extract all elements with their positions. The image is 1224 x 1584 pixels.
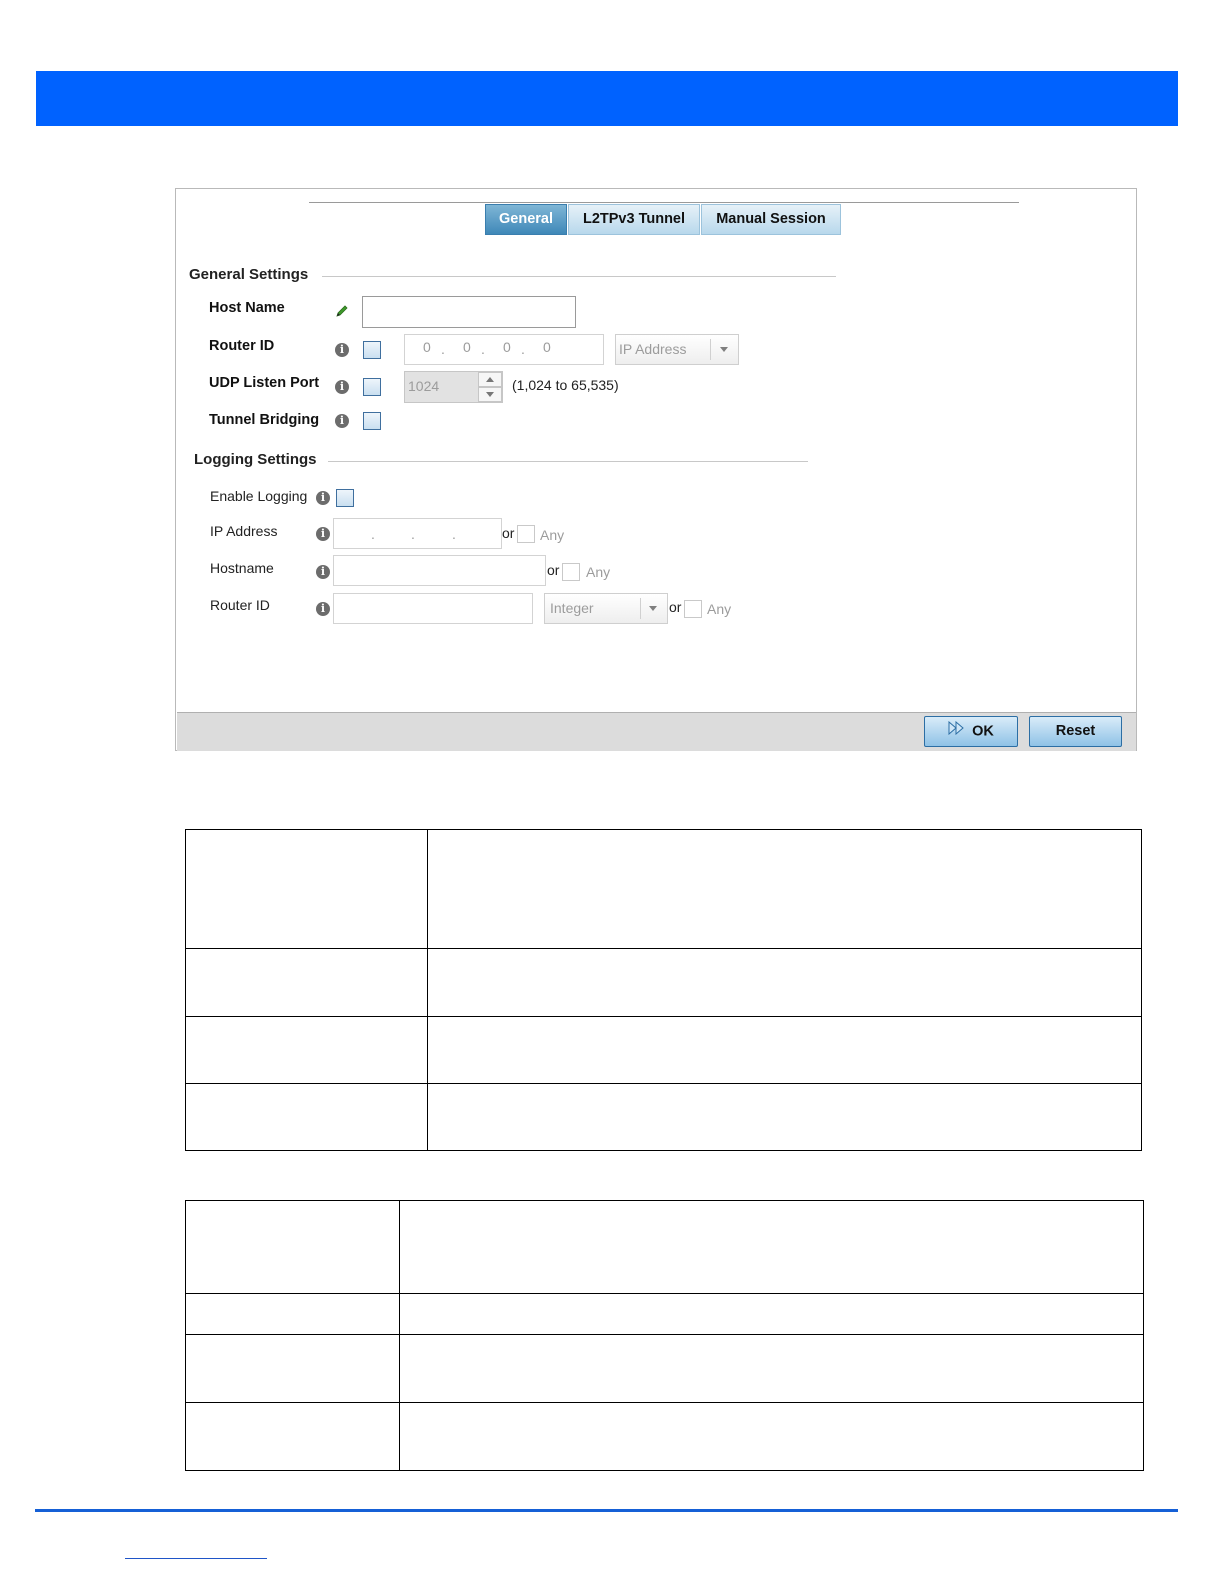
router-id-octet-3: 0 bbox=[503, 339, 511, 355]
tab-manual-session[interactable]: Manual Session bbox=[701, 204, 841, 235]
ok-button[interactable]: OK bbox=[924, 716, 1018, 747]
logging-ip-address-label: IP Address bbox=[210, 523, 278, 539]
reset-button[interactable]: Reset bbox=[1029, 716, 1122, 747]
table-row bbox=[185, 1015, 1142, 1084]
header-banner bbox=[36, 71, 1178, 126]
udp-listen-port-label: UDP Listen Port bbox=[209, 375, 320, 391]
table-cell bbox=[185, 1293, 400, 1335]
logging-router-id-label: Router ID bbox=[210, 597, 270, 613]
chevron-down-icon bbox=[649, 606, 657, 611]
table-cell bbox=[185, 1334, 400, 1403]
table-cell bbox=[427, 948, 1142, 1017]
table-cell bbox=[399, 1402, 1144, 1471]
parameter-table-logging bbox=[185, 1200, 1144, 1471]
info-icon: i bbox=[335, 380, 349, 394]
udp-listen-port-value: 1024 bbox=[408, 378, 440, 394]
host-name-input[interactable] bbox=[362, 296, 576, 328]
any-label: Any bbox=[586, 564, 611, 580]
logging-ip-address-input[interactable] bbox=[333, 518, 502, 549]
router-id-checkbox[interactable] bbox=[363, 341, 381, 359]
table-cell bbox=[185, 1082, 428, 1152]
udp-listen-port-checkbox[interactable] bbox=[363, 378, 381, 396]
select-divider bbox=[640, 598, 641, 619]
table-cell bbox=[427, 828, 1142, 950]
chevron-down-icon bbox=[720, 347, 728, 352]
chevron-up-icon bbox=[486, 377, 494, 382]
octet-dot: . bbox=[521, 341, 525, 357]
footer-link-underline[interactable] bbox=[125, 1558, 267, 1559]
octet-dot: . bbox=[371, 526, 375, 542]
tab-divider bbox=[309, 202, 1019, 203]
table-cell bbox=[185, 1402, 400, 1471]
logging-router-id-input[interactable] bbox=[333, 593, 533, 624]
octet-dot: . bbox=[411, 526, 415, 542]
table-cell bbox=[427, 1015, 1142, 1084]
fast-forward-icon bbox=[948, 717, 966, 746]
table-row bbox=[185, 828, 1142, 950]
info-icon: i bbox=[316, 565, 330, 579]
table-cell bbox=[185, 1015, 428, 1084]
table-cell bbox=[399, 1334, 1144, 1403]
router-id-octet-1: 0 bbox=[423, 339, 431, 355]
info-icon: i bbox=[335, 414, 349, 428]
udp-port-range-hint: (1,024 to 65,535) bbox=[512, 377, 619, 393]
octet-dot: . bbox=[481, 341, 485, 357]
info-icon: i bbox=[316, 491, 330, 505]
table-cell bbox=[399, 1293, 1144, 1335]
stepper-up-button[interactable] bbox=[478, 372, 502, 387]
logging-settings-divider bbox=[328, 461, 808, 462]
table-cell bbox=[185, 828, 428, 950]
pencil-icon bbox=[334, 303, 350, 319]
or-label: or bbox=[502, 525, 515, 541]
stepper-down-button[interactable] bbox=[478, 387, 502, 402]
select-divider bbox=[710, 339, 711, 360]
tab-general[interactable]: General bbox=[485, 204, 567, 235]
table-row bbox=[185, 1402, 1144, 1471]
router-id-octet-4: 0 bbox=[543, 339, 551, 355]
info-icon: i bbox=[335, 343, 349, 357]
enable-logging-label: Enable Logging bbox=[210, 488, 308, 504]
router-id-type-value: IP Address bbox=[619, 341, 687, 357]
octet-dot: . bbox=[441, 341, 445, 357]
or-label: or bbox=[669, 599, 682, 615]
footer-rule bbox=[35, 1509, 1178, 1512]
logging-hostname-input[interactable] bbox=[333, 555, 546, 586]
logging-router-id-type-value: Integer bbox=[550, 600, 594, 616]
logging-settings-title: Logging Settings bbox=[194, 451, 317, 468]
any-label: Any bbox=[540, 527, 565, 543]
any-label: Any bbox=[707, 601, 732, 617]
table-row bbox=[185, 948, 1142, 1017]
table-cell bbox=[399, 1200, 1144, 1294]
logging-hostname-label: Hostname bbox=[210, 560, 274, 576]
router-id-octet-2: 0 bbox=[463, 339, 471, 355]
tunnel-bridging-label: Tunnel Bridging bbox=[209, 412, 320, 428]
tunnel-bridging-checkbox[interactable] bbox=[363, 412, 381, 430]
octet-dot: . bbox=[452, 526, 456, 542]
parameter-table-general bbox=[185, 828, 1142, 1152]
info-icon: i bbox=[316, 602, 330, 616]
tab-l2tpv3-tunnel[interactable]: L2TPv3 Tunnel bbox=[568, 204, 700, 235]
table-row bbox=[185, 1334, 1144, 1403]
info-icon: i bbox=[316, 527, 330, 541]
enable-logging-checkbox[interactable] bbox=[336, 489, 354, 507]
table-cell bbox=[427, 1082, 1142, 1152]
table-cell bbox=[185, 1200, 400, 1294]
ok-button-label: OK bbox=[972, 723, 994, 740]
logging-router-id-any-checkbox[interactable] bbox=[684, 600, 702, 618]
chevron-down-icon bbox=[486, 392, 494, 397]
table-row bbox=[185, 1200, 1144, 1294]
general-settings-divider bbox=[322, 276, 836, 277]
host-name-label: Host Name bbox=[209, 300, 285, 316]
logging-ip-any-checkbox[interactable] bbox=[517, 525, 535, 543]
logging-hostname-any-checkbox[interactable] bbox=[562, 563, 580, 581]
router-id-label: Router ID bbox=[209, 338, 275, 354]
table-row bbox=[185, 1293, 1144, 1335]
table-cell bbox=[185, 948, 428, 1017]
general-settings-title: General Settings bbox=[189, 266, 309, 283]
l2tpv3-policy-dialog bbox=[175, 188, 1137, 751]
or-label: or bbox=[547, 562, 560, 578]
table-row bbox=[185, 1082, 1142, 1152]
